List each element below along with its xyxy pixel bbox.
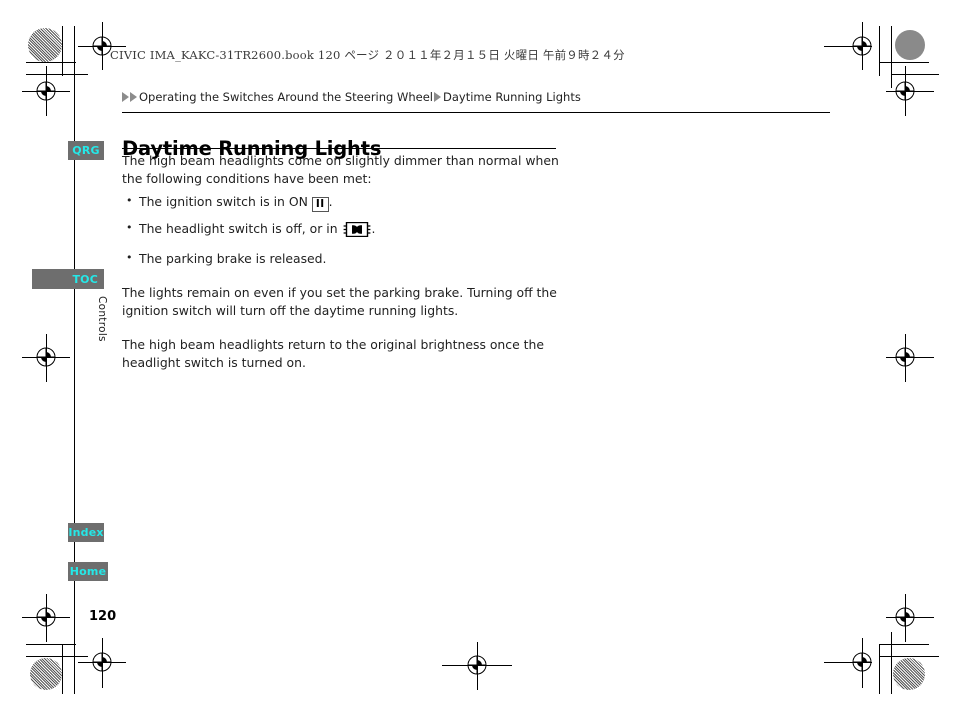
body-paragraph-3: The high beam headlights return to the o… (122, 337, 544, 370)
crop-line (824, 46, 872, 47)
crop-line (886, 357, 934, 358)
nav-button-home[interactable]: Home (68, 562, 108, 581)
list-item-text: The headlight switch is off, or in (139, 221, 338, 236)
crop-line (26, 62, 76, 63)
list-item-text: The parking brake is released. (139, 250, 327, 266)
position-light-icon (343, 221, 371, 242)
halftone-patch-top-right (895, 30, 925, 60)
crop-line (905, 334, 906, 382)
crop-line (879, 656, 939, 657)
breadcrumb-current: Daytime Running Lights (443, 90, 581, 104)
crop-line (46, 334, 47, 382)
crop-line (905, 594, 906, 642)
breadcrumb: Operating the Switches Around the Steeri… (122, 90, 582, 104)
printer-slug-line: CIVIC IMA_KAKC-31TR2600.book 120 ページ ２０１… (110, 48, 625, 62)
crop-line (862, 22, 863, 70)
list-item: The ignition switch is in ON II. (122, 192, 562, 212)
crop-line (26, 656, 88, 657)
crop-line (879, 62, 929, 63)
crop-line (824, 662, 872, 663)
crop-line (891, 632, 892, 694)
breadcrumb-parent[interactable]: Operating the Switches Around the Steeri… (139, 90, 433, 104)
crop-line (46, 594, 47, 642)
crop-line (46, 66, 47, 116)
crop-line (886, 91, 934, 92)
title-divider (122, 148, 556, 149)
breadcrumb-arrow-icon (130, 92, 137, 102)
crop-line (26, 74, 88, 75)
nav-button-toc[interactable]: TOC (32, 269, 104, 289)
nav-button-qrg[interactable]: QRG (68, 141, 104, 160)
crop-line (62, 644, 63, 694)
crop-line (102, 22, 103, 70)
intro-paragraph: The high beam headlights come on slightl… (122, 153, 559, 186)
crop-line (905, 66, 906, 116)
halftone-patch-bottom-left (30, 658, 62, 690)
crop-line (879, 26, 880, 76)
crop-line (62, 26, 63, 76)
list-item: The headlight switch is off, or in . (122, 219, 562, 242)
breadcrumb-divider (122, 112, 830, 113)
article-body: The high beam headlights come on slightl… (122, 152, 562, 371)
halftone-patch-bottom-right (893, 658, 925, 690)
crop-line (879, 644, 880, 694)
crop-line (879, 644, 929, 645)
conditions-list: The ignition switch is in ON II. The hea… (122, 192, 562, 268)
list-item: The parking brake is released. (122, 249, 562, 268)
list-item-suffix: . (328, 194, 333, 209)
body-paragraph-2: The lights remain on even if you set the… (122, 285, 557, 318)
breadcrumb-arrow-icon (434, 92, 441, 102)
section-tab-label: Controls (96, 296, 108, 342)
crop-line (26, 644, 76, 645)
crop-line (891, 74, 939, 75)
halftone-patch-top-left (28, 28, 62, 62)
list-item-suffix: . (371, 221, 376, 236)
crop-line (886, 617, 934, 618)
list-item-text: The ignition switch is in ON (139, 194, 308, 209)
ignition-on-icon: II (311, 197, 329, 212)
crop-line (477, 642, 478, 690)
page-number: 120 (89, 609, 117, 624)
crop-line (862, 638, 863, 688)
nav-button-index[interactable]: Index (68, 523, 104, 542)
crop-line (74, 26, 75, 88)
crop-line (102, 638, 103, 688)
breadcrumb-arrow-icon (122, 92, 129, 102)
